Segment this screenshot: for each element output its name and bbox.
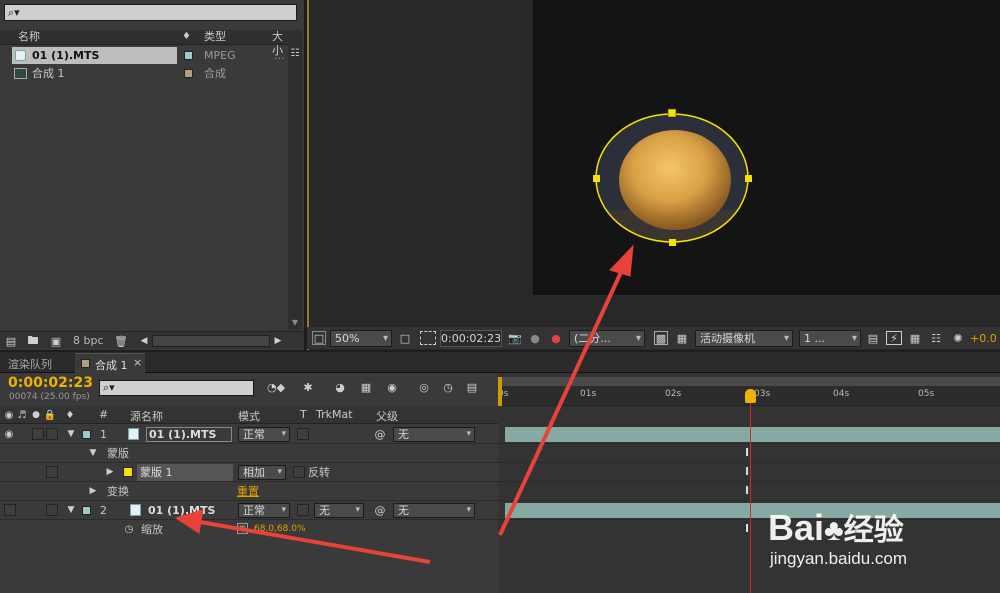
baidu-brand: Bai [768, 507, 825, 548]
annotation-arrow-2 [199, 520, 431, 564]
baidu-logo: Bai♣经验 [768, 505, 904, 549]
paw-icon: ♣ [824, 514, 844, 547]
annotation-arrowhead-2 [174, 509, 204, 534]
baidu-brand-cn: 经验 [843, 514, 904, 547]
baidu-url: jingyan.baidu.com [770, 549, 908, 568]
annotation-arrowhead-1 [609, 244, 634, 277]
annotation-arrow-1 [498, 269, 624, 536]
